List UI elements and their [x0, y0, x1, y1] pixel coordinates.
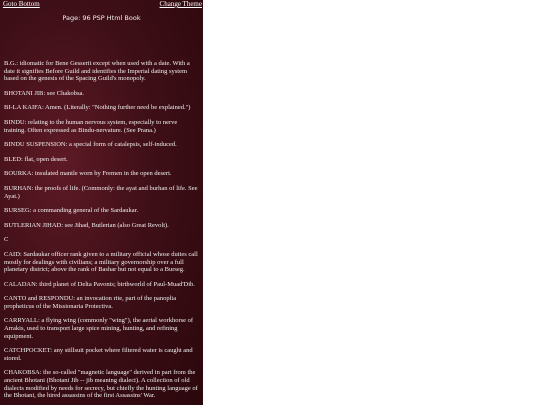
glossary-entry-bindu: BINDU: relating to the human nervous sys… [4, 118, 178, 134]
glossary-entry-butlerian-jihad: BUTLERIAN JIHAD: see Jihad, Butlerian (a… [4, 221, 169, 229]
section-letter-c: C [4, 236, 9, 244]
glossary-entry-bindu-suspension: BINDU SUSPENSION: a special form of cata… [4, 141, 177, 149]
glossary-entry-carryall: CARRYALL: a flying wing (commonly "wing"… [4, 317, 194, 340]
glossary-entry-caladan: CALADAN: third planet of Delta Pavonis; … [4, 280, 195, 288]
glossary-entry-bg: B.G.: idiomatic for Bene Gesserit except… [4, 60, 190, 83]
glossary-entry-burseg: BURSEG: a commanding general of the Sard… [4, 207, 139, 215]
glossary-entry-catchpocket: CATCHPOCKET: any stillsuit pocket where … [4, 347, 193, 362]
change-theme-link[interactable]: Change Theme [160, 0, 202, 9]
glossary-entry-canto-respondu: CANTO and RESPONDU: an invocation rite, … [4, 295, 177, 310]
page-title: Page: 96 PSP Html Book [62, 14, 141, 22]
goto-bottom-link[interactable]: Goto Bottom [3, 0, 40, 9]
glossary-entry-bhotani-jib: BHOTANI JIB: see Chakobsa. [4, 89, 84, 97]
top-nav-bar: Goto Bottom Change Theme [0, 0, 203, 10]
glossary-entry-chakobsa: CHAKOBSA: the so-called "magnetic langua… [4, 369, 198, 400]
glossary-entry-burhan: BURHAN: the proofs of life. (Commonly: t… [4, 184, 198, 200]
glossary-content: B.G.: idiomatic for Bene Gesserit except… [4, 60, 200, 405]
glossary-entry-bled: BLED: flat, open desert. [4, 155, 68, 163]
book-page-viewport[interactable]: Goto Bottom Change Theme Page: 96 PSP Ht… [0, 0, 203, 405]
glossary-entry-bourka: BOURKA: insulated mantle worn by Fremen … [4, 170, 172, 178]
glossary-entry-bi-la-kaifa: BI-LA KAIFA: Amen. (Literally: "Nothing … [4, 104, 191, 112]
glossary-entry-caid: CAID: Sardaukar officer rank given to a … [4, 250, 198, 274]
